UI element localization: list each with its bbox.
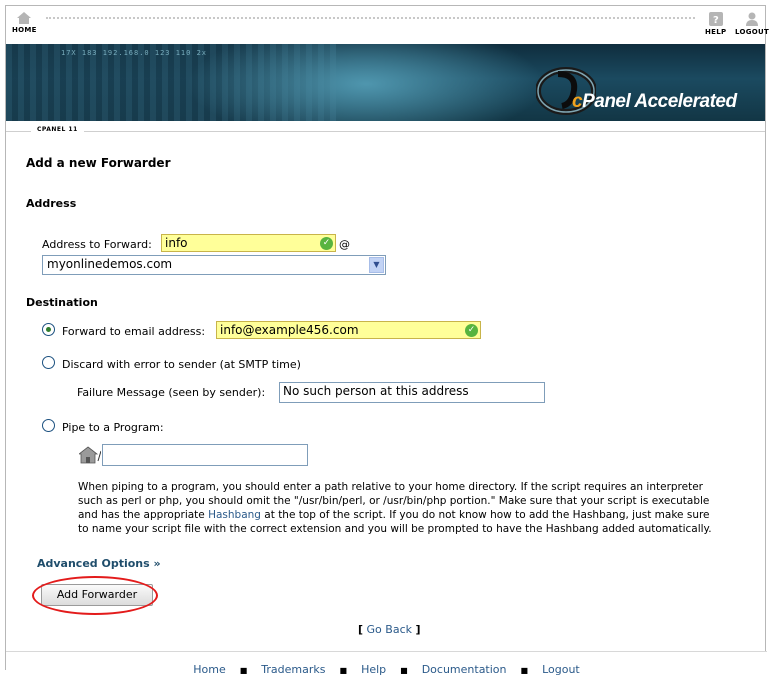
at-sign: @	[339, 238, 350, 251]
check-icon: ✓	[320, 237, 333, 250]
domain-select[interactable]: myonlinedemos.com ▼	[42, 255, 386, 275]
go-back-link[interactable]: Go Back	[367, 623, 412, 636]
logout-label: LOGOUT	[735, 28, 770, 36]
svg-text:?: ?	[713, 15, 719, 26]
home-link[interactable]: HOME	[12, 12, 37, 34]
main-content: Add a new Forwarder Address Address to F…	[6, 141, 765, 641]
footer-separator: ■	[339, 665, 348, 675]
help-label: HELP	[705, 28, 727, 36]
pipe-help-text: When piping to a program, you should ent…	[78, 480, 718, 536]
cpanel-logo: cPanel Accelerated	[572, 91, 737, 113]
discard-label: Discard with error to sender (at SMTP ti…	[62, 358, 301, 371]
pipe-radio[interactable]	[42, 419, 55, 432]
go-back: [ Go Back ]	[358, 623, 421, 636]
forward-email-input[interactable]: info@example456.com	[216, 321, 481, 339]
pipe-path-input[interactable]	[102, 444, 308, 466]
check-icon: ✓	[465, 324, 478, 337]
destination-section-title: Destination	[26, 296, 98, 309]
address-section-title: Address	[26, 197, 77, 210]
footer-separator: ■	[400, 665, 408, 675]
footer-separator: ■	[239, 665, 248, 675]
page-title: Add a new Forwarder	[26, 156, 171, 170]
footer-separator: ■	[520, 665, 529, 675]
add-forwarder-button[interactable]: Add Forwarder	[41, 584, 153, 606]
logout-link[interactable]: LOGOUT	[735, 12, 769, 36]
version-label: CPANEL 11	[31, 126, 84, 133]
failure-message-input[interactable]: No such person at this address	[279, 382, 545, 403]
discard-radio[interactable]	[42, 356, 55, 369]
home-icon	[17, 12, 32, 24]
go-back-close-bracket: ]	[415, 623, 421, 636]
pipe-label: Pipe to a Program:	[62, 421, 164, 434]
page-frame: HOME ? HELP LOGOUT 17X 183 192.168.0 123…	[5, 5, 769, 676]
user-icon	[746, 12, 759, 26]
go-back-open-bracket: [	[358, 623, 364, 636]
logo-c: c	[572, 91, 583, 112]
forward-email-radio[interactable]	[42, 323, 55, 336]
footer: Home ■ Trademarks ■ Help ■ Documentation ■ Logou…	[6, 651, 767, 676]
version-strip: CPANEL 11	[6, 121, 765, 142]
domain-select-value: myonlinedemos.com	[47, 257, 173, 271]
top-toolbar: HOME ? HELP LOGOUT	[6, 6, 769, 44]
help-icon: ?	[708, 12, 723, 26]
home-label: HOME	[12, 26, 37, 34]
forward-email-label: Forward to email address:	[62, 325, 206, 338]
home-directory-icon	[79, 446, 101, 464]
footer-divider	[6, 651, 767, 652]
banner-numbers: 17X 183 192.168.0 123 110 2x	[61, 49, 208, 57]
logo-text: Panel Accelerated	[582, 91, 737, 112]
toolbar-divider	[46, 17, 695, 19]
address-forward-input[interactable]: info	[161, 234, 336, 252]
header-banner: 17X 183 192.168.0 123 110 2x cPanel Acce…	[6, 44, 765, 121]
version-divider	[6, 131, 765, 132]
help-link[interactable]: ? HELP	[705, 12, 726, 36]
chevron-down-icon[interactable]: ▼	[369, 257, 384, 273]
banner-globe	[186, 44, 546, 121]
advanced-options-link[interactable]: Advanced Options »	[37, 557, 161, 570]
hashbang-link[interactable]: Hashbang	[208, 509, 261, 521]
address-forward-label: Address to Forward:	[42, 238, 152, 251]
failure-message-label: Failure Message (seen by sender):	[77, 386, 266, 399]
